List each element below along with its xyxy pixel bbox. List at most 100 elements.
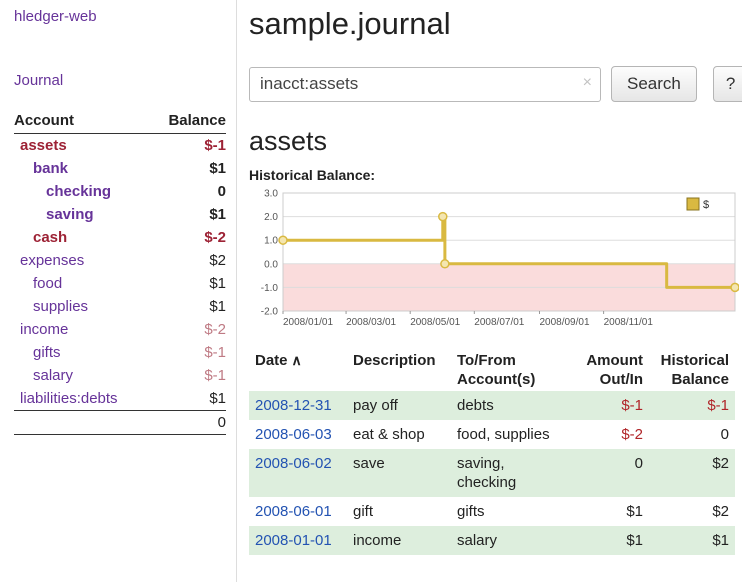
account-row: income $-2 [14, 318, 226, 341]
account-row: salary $-1 [14, 364, 226, 387]
transaction-date-link[interactable]: 2008-06-01 [255, 503, 332, 520]
main-content: sample.journal × Search ? assets Histori… [237, 0, 742, 582]
transaction-amount: $1 [571, 526, 649, 555]
transaction-amount: $1 [571, 497, 649, 526]
chart-label: Historical Balance: [249, 167, 742, 183]
svg-text:2008/05/01: 2008/05/01 [410, 317, 460, 328]
svg-text:-1.0: -1.0 [261, 283, 279, 294]
transaction-balance: $2 [649, 497, 735, 526]
svg-text:2008/01/01: 2008/01/01 [283, 317, 333, 328]
transaction-description: eat & shop [347, 420, 451, 449]
account-row: checking 0 [14, 180, 226, 203]
account-balance: $-1 [150, 364, 226, 387]
account-balance: $-2 [150, 318, 226, 341]
account-link-saving[interactable]: saving [46, 206, 94, 223]
transaction-description: pay off [347, 391, 451, 420]
account-link-supplies[interactable]: supplies [33, 298, 88, 315]
account-total-row: 0 [14, 411, 226, 435]
account-balance-table: Account Balance assets $-1 bank $1 check… [14, 109, 226, 435]
account-link-gifts[interactable]: gifts [33, 344, 61, 361]
account-row: expenses $2 [14, 249, 226, 272]
register-row: 2008-06-01 gift gifts $1 $2 [249, 497, 735, 526]
account-section-title: assets [249, 126, 742, 157]
account-balance: $1 [150, 295, 226, 318]
transaction-amount: $-1 [571, 391, 649, 420]
historical-balance-chart-svg: 3.0 2.0 1.0 0.0 -1.0 -2.0 2008/01/01 2008/03/01… [249, 185, 739, 337]
transaction-accounts: food, supplies [451, 420, 571, 449]
account-row: gifts $-1 [14, 341, 226, 364]
account-link-expenses[interactable]: expenses [20, 252, 84, 269]
transaction-balance: $2 [649, 449, 735, 497]
account-balance: $1 [150, 387, 226, 411]
account-row: food $1 [14, 272, 226, 295]
transaction-balance: $-1 [649, 391, 735, 420]
transaction-amount: $-2 [571, 420, 649, 449]
sidebar: hledger-web Journal Account Balance asse… [0, 0, 237, 582]
amount-column-header: Amount Out/In [571, 349, 649, 391]
account-link-assets[interactable]: assets [20, 137, 67, 154]
account-row: saving $1 [14, 203, 226, 226]
account-balance: $1 [150, 272, 226, 295]
account-link-bank[interactable]: bank [33, 160, 68, 177]
transaction-date-link[interactable]: 2008-06-03 [255, 426, 332, 443]
svg-text:0.0: 0.0 [264, 259, 278, 270]
account-link-salary[interactable]: salary [33, 367, 73, 384]
account-balance: $-1 [150, 341, 226, 364]
balance-column-header: Historical Balance [649, 349, 735, 391]
account-balance: 0 [150, 180, 226, 203]
sidebar-item-journal[interactable]: Journal [14, 72, 226, 89]
account-balance: $1 [150, 203, 226, 226]
register-row: 2008-12-31 pay off debts $-1 $-1 [249, 391, 735, 420]
transaction-description: income [347, 526, 451, 555]
register-row: 2008-06-02 save saving, checking 0 $2 [249, 449, 735, 497]
date-column-header[interactable]: Date∧ [249, 349, 347, 391]
transaction-accounts: debts [451, 391, 571, 420]
transaction-date-link[interactable]: 2008-12-31 [255, 397, 332, 414]
accounts-total: 0 [150, 411, 226, 435]
account-balance: $-1 [150, 134, 226, 158]
description-column-header: Description [347, 349, 451, 391]
transaction-description: save [347, 449, 451, 497]
account-row: assets $-1 [14, 134, 226, 158]
register-table: Date∧ Description To/From Account(s) Amo… [249, 349, 735, 555]
account-link-income[interactable]: income [20, 321, 68, 338]
svg-text:2008/07/01: 2008/07/01 [474, 317, 524, 328]
search-input[interactable] [249, 67, 601, 102]
account-balance: $-2 [150, 226, 226, 249]
account-row: bank $1 [14, 157, 226, 180]
svg-text:2.0: 2.0 [264, 212, 278, 223]
account-link-food[interactable]: food [33, 275, 62, 292]
transaction-date-link[interactable]: 2008-06-02 [255, 455, 332, 472]
clear-search-icon[interactable]: × [583, 74, 592, 92]
help-button[interactable]: ? [713, 66, 742, 102]
account-link-checking[interactable]: checking [46, 183, 111, 200]
account-link-cash[interactable]: cash [33, 229, 67, 246]
app-title-link[interactable]: hledger-web [14, 8, 97, 25]
transaction-amount: 0 [571, 449, 649, 497]
transaction-balance: 0 [649, 420, 735, 449]
transaction-date-link[interactable]: 2008-01-01 [255, 532, 332, 549]
register-row: 2008-01-01 income salary $1 $1 [249, 526, 735, 555]
account-link-liabilities-debts[interactable]: liabilities:debts [20, 390, 118, 407]
sort-ascending-icon: ∧ [292, 352, 302, 368]
transaction-accounts: gifts [451, 497, 571, 526]
svg-text:2008/09/01: 2008/09/01 [539, 317, 589, 328]
account-balance: $2 [150, 249, 226, 272]
account-row: cash $-2 [14, 226, 226, 249]
balance-column-header: Balance [150, 109, 226, 134]
historical-balance-chart: 3.0 2.0 1.0 0.0 -1.0 -2.0 2008/01/01 2008/03/01… [249, 185, 739, 337]
accounts-column-header: To/From Account(s) [451, 349, 571, 391]
transaction-accounts: salary [451, 526, 571, 555]
account-row: liabilities:debts $1 [14, 387, 226, 411]
svg-text:2008/03/01: 2008/03/01 [346, 317, 396, 328]
svg-text:3.0: 3.0 [264, 189, 278, 200]
svg-text:-2.0: -2.0 [261, 307, 279, 318]
page-title: sample.journal [249, 6, 742, 42]
search-button[interactable]: Search [611, 66, 697, 102]
account-table-header: Account Balance [14, 109, 226, 134]
account-column-header: Account [14, 109, 150, 134]
register-row: 2008-06-03 eat & shop food, supplies $-2… [249, 420, 735, 449]
transaction-balance: $1 [649, 526, 735, 555]
transaction-description: gift [347, 497, 451, 526]
svg-text:1.0: 1.0 [264, 236, 278, 247]
